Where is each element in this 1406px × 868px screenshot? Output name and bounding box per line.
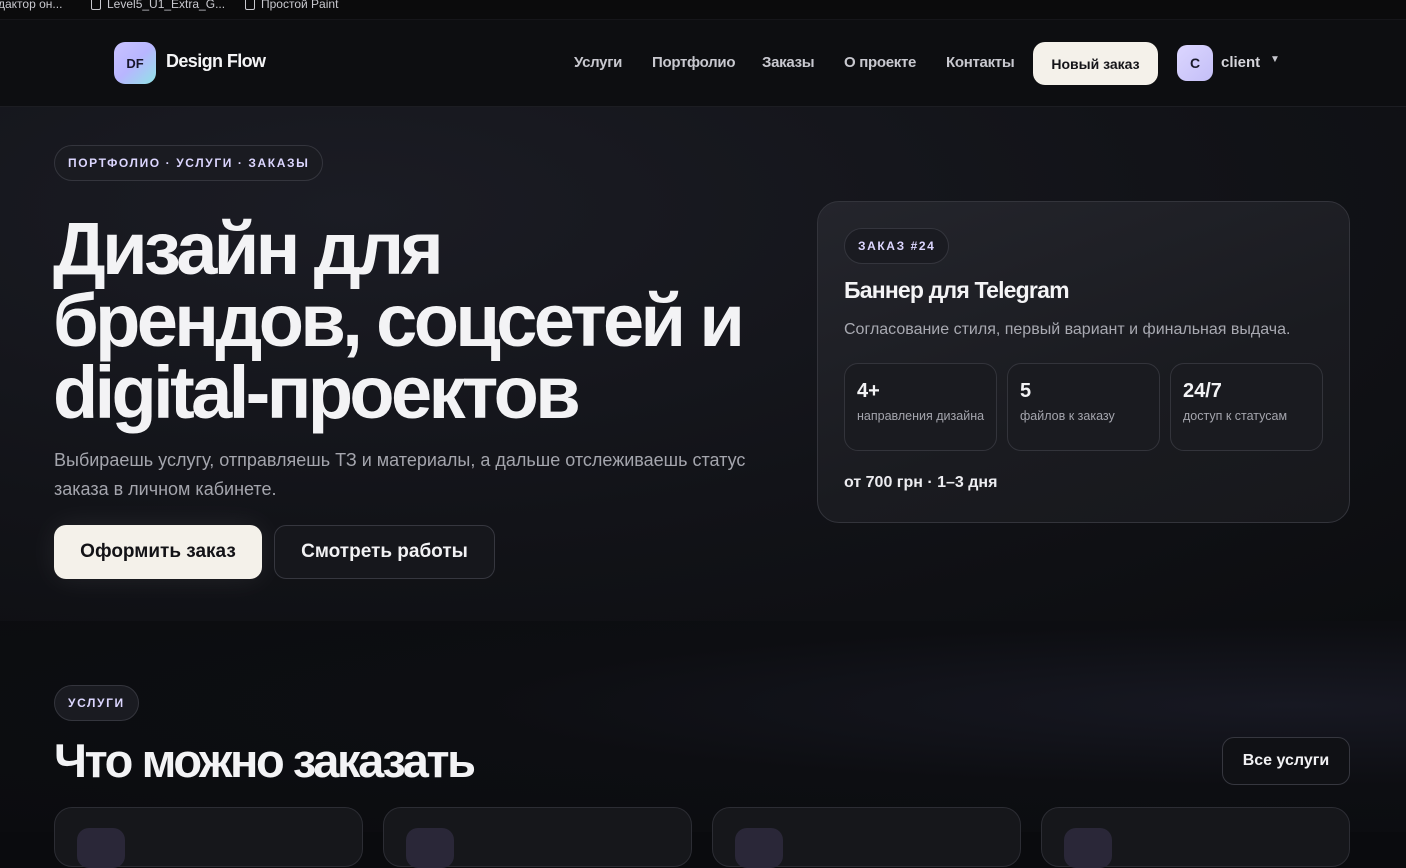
page-icon <box>245 0 255 10</box>
nav-link-contacts[interactable]: Контакты <box>946 54 1015 71</box>
service-icon <box>77 828 125 868</box>
stat-card: 24/7 доступ к статусам <box>1170 363 1323 451</box>
service-icon <box>735 828 783 868</box>
page-icon <box>91 0 101 10</box>
services-section: УСЛУГИ Что можно заказать Все услуги <box>0 621 1406 868</box>
stat-card: 4+ направления дизайна <box>844 363 997 451</box>
stat-value: 5 <box>1020 380 1032 402</box>
user-name[interactable]: client <box>1221 54 1260 71</box>
nav-link-services[interactable]: Услуги <box>574 54 622 71</box>
new-order-button[interactable]: Новый заказ <box>1033 42 1158 85</box>
service-card[interactable] <box>1041 807 1350 868</box>
site-header: DF Design Flow Услуги Портфолио Заказы О… <box>0 20 1406 107</box>
service-icon <box>406 828 454 868</box>
bookmark-label: Простой Paint <box>261 0 339 11</box>
avatar[interactable]: C <box>1177 45 1213 81</box>
stat-label: доступ к статусам <box>1183 409 1288 423</box>
hero-title: Дизайн для брендов, соцсетей и digital-п… <box>53 207 813 434</box>
hero-title-line: брендов, соцсетей и <box>53 279 745 362</box>
hero-section: ПОРТФОЛИО · УСЛУГИ · ЗАКАЗЫ Дизайн для б… <box>0 107 1406 621</box>
service-card[interactable] <box>712 807 1021 868</box>
nav-link-orders[interactable]: Заказы <box>762 54 815 71</box>
nav-link-portfolio[interactable]: Портфолио <box>652 54 735 71</box>
stat-value: 4+ <box>857 380 880 402</box>
order-description: Согласование стиля, первый вариант и фин… <box>844 321 1291 338</box>
order-card: ЗАКАЗ #24 Баннер для Telegram Согласован… <box>817 201 1350 523</box>
chevron-down-icon[interactable]: ▼ <box>1270 54 1280 65</box>
all-services-button[interactable]: Все услуги <box>1222 737 1350 785</box>
logo-text[interactable]: Design Flow <box>166 51 266 72</box>
services-tag: УСЛУГИ <box>54 685 139 721</box>
hero-subtitle: Выбираешь услугу, отправляешь ТЗ и матер… <box>54 450 746 499</box>
order-price: от 700 грн · 1–3 дня <box>844 474 998 491</box>
stat-label: направления дизайна <box>857 409 985 423</box>
bookmark-item[interactable]: дактор он... <box>0 0 62 11</box>
bookmarks-bar: дактор он... Level5_U1_Extra_G... Просто… <box>0 0 1406 20</box>
service-icon <box>1064 828 1112 868</box>
hero-tag: ПОРТФОЛИО · УСЛУГИ · ЗАКАЗЫ <box>54 145 324 181</box>
hero-title-line: digital-проектов <box>53 351 581 434</box>
service-card[interactable] <box>54 807 363 868</box>
logo-badge[interactable]: DF <box>114 42 156 84</box>
view-works-button[interactable]: Смотреть работы <box>274 525 495 579</box>
services-title: Что можно заказать <box>54 734 476 787</box>
bookmark-item[interactable]: Level5_U1_Extra_G... <box>91 0 225 11</box>
order-title: Баннер для Telegram <box>844 277 1070 303</box>
bookmark-label: Level5_U1_Extra_G... <box>107 0 226 11</box>
nav-link-about[interactable]: О проекте <box>844 54 916 71</box>
order-badge: ЗАКАЗ #24 <box>844 228 950 264</box>
service-card[interactable] <box>383 807 692 868</box>
bookmark-item[interactable]: Простой Paint <box>245 0 338 11</box>
stat-label: файлов к заказу <box>1020 409 1115 423</box>
bookmark-label: дактор он... <box>0 0 63 11</box>
order-button[interactable]: Оформить заказ <box>54 525 262 579</box>
hero-title-line: Дизайн для <box>53 207 444 290</box>
stat-value: 24/7 <box>1183 380 1222 402</box>
stat-card: 5 файлов к заказу <box>1007 363 1160 451</box>
